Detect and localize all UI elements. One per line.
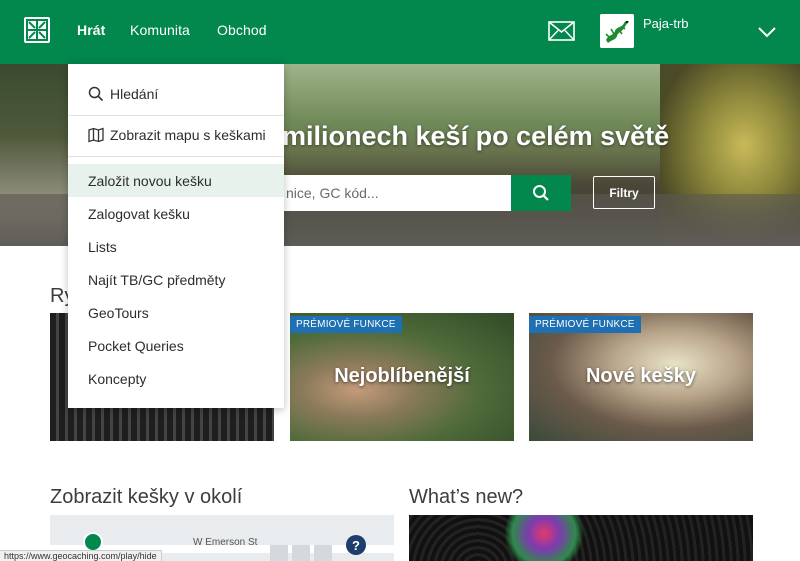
nearby-section-title: Zobrazit kešky v okolí	[50, 486, 243, 508]
menu-find-trackables[interactable]: Najít TB/GC předměty	[68, 263, 284, 296]
menu-divider	[68, 156, 284, 157]
geocaching-logo[interactable]	[24, 17, 50, 43]
status-bar-url: https://www.geocaching.com/play/hide	[0, 550, 162, 561]
username[interactable]: Paja-trb	[643, 16, 689, 31]
map-icon	[88, 127, 104, 143]
menu-lists[interactable]: Lists	[68, 230, 284, 263]
nav-shop[interactable]: Obchod	[217, 22, 267, 38]
mystery-cache-icon[interactable]: ?	[346, 535, 366, 555]
search-icon	[533, 185, 549, 201]
map-road-label: W Emerson St	[193, 537, 258, 548]
card-most-favorited[interactable]: PRÉMIOVÉ FUNKCE Nejoblíbenější	[290, 313, 514, 441]
map-building	[314, 545, 332, 561]
premium-badge: PRÉMIOVÉ FUNKCE	[290, 316, 402, 333]
menu-drafts[interactable]: Koncepty	[68, 362, 284, 395]
nav-community[interactable]: Komunita	[130, 22, 190, 38]
play-dropdown-menu: Hledání Zobrazit mapu s keškami Založit …	[68, 64, 284, 408]
top-navigation-bar: Hrát Komunita Obchod Paja-trb	[0, 0, 800, 64]
map-building	[270, 545, 288, 561]
cache-marker-icon[interactable]	[83, 532, 103, 552]
news-image[interactable]	[409, 515, 753, 561]
menu-view-map-label: Zobrazit mapu s keškami	[110, 126, 266, 143]
premium-badge: PRÉMIOVÉ FUNKCE	[529, 316, 641, 333]
avatar[interactable]	[600, 14, 634, 48]
news-section-title: What’s new?	[409, 486, 524, 508]
menu-divider	[68, 115, 284, 116]
card-new-caches[interactable]: PRÉMIOVÉ FUNKCE Nové kešky	[529, 313, 753, 441]
nav-play[interactable]: Hrát	[77, 22, 105, 38]
menu-geotours[interactable]: GeoTours	[68, 296, 284, 329]
search-icon	[88, 86, 104, 102]
map-building	[292, 545, 310, 561]
hero-title: milionech keší po celém světě	[282, 121, 670, 151]
news-art	[499, 515, 589, 561]
filters-button[interactable]: Filtry	[593, 176, 655, 209]
menu-view-map[interactable]: Zobrazit mapu s keškami	[68, 118, 284, 151]
menu-pocket-queries[interactable]: Pocket Queries	[68, 329, 284, 362]
menu-search[interactable]: Hledání	[68, 77, 284, 110]
search-input[interactable]	[276, 175, 511, 211]
chevron-down-icon[interactable]	[757, 25, 777, 43]
mail-icon[interactable]	[548, 21, 575, 46]
menu-log-cache[interactable]: Zalogovat kešku	[68, 197, 284, 230]
card-title: Nejoblíbenější	[334, 365, 470, 387]
menu-hide-cache[interactable]: Založit novou kešku	[68, 164, 284, 197]
card-title: Nové kešky	[585, 365, 697, 387]
search-button[interactable]	[511, 175, 571, 211]
menu-search-label: Hledání	[110, 85, 159, 102]
